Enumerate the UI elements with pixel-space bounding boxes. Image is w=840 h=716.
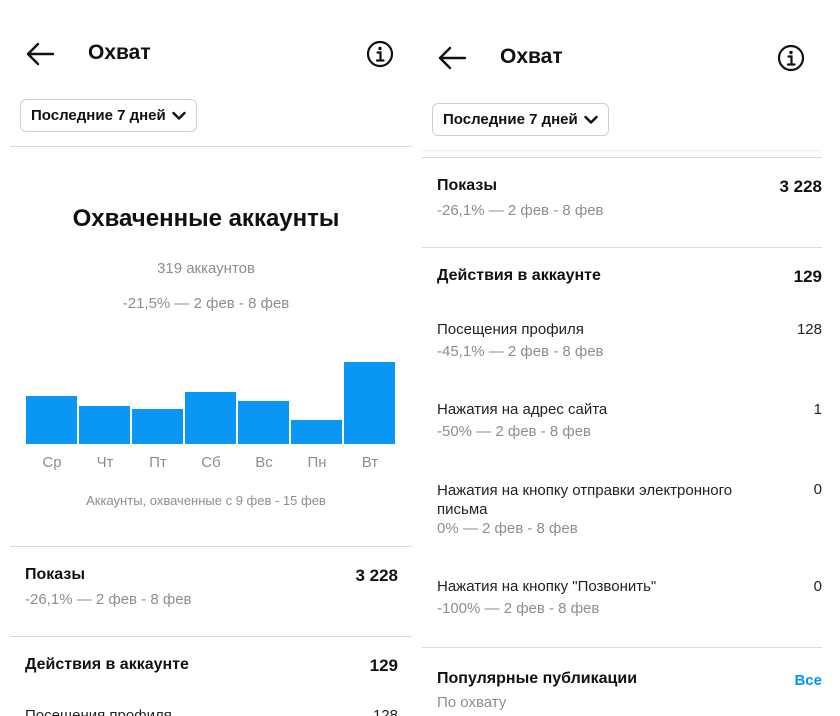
chart-bar-2[interactable] xyxy=(79,406,130,444)
arrow-left-icon xyxy=(26,42,55,66)
impressions-value: 3 228 xyxy=(779,177,822,196)
impressions-divider xyxy=(10,636,412,637)
chart-day-label: Пт xyxy=(149,454,167,471)
top-posts-label: Популярные публикации xyxy=(437,670,638,687)
call-taps-label: Нажатия на кнопку "Позвонить" xyxy=(437,578,657,595)
chevron-down-icon xyxy=(172,111,186,120)
back-button[interactable] xyxy=(24,40,56,68)
impressions-label: Показы xyxy=(437,177,497,194)
website-taps-value: 1 xyxy=(813,401,822,418)
profile-visits-value: 128 xyxy=(796,321,822,338)
page-title: Охват xyxy=(88,41,151,64)
call-taps-change: -100% — 2 фев - 8 фев xyxy=(437,600,600,617)
website-taps-change: -50% — 2 фев - 8 фев xyxy=(437,423,592,440)
section-divider xyxy=(422,157,822,158)
info-icon xyxy=(777,44,805,72)
reach-title: Охваченные аккаунты xyxy=(72,205,340,232)
header-divider xyxy=(10,146,412,147)
header-divider xyxy=(422,150,822,151)
chart-bar-6[interactable] xyxy=(291,420,342,444)
chart-divider xyxy=(10,546,412,547)
actions-label: Действия в аккаунте xyxy=(437,267,601,284)
period-dropdown[interactable]: Последние 7 дней xyxy=(432,103,609,136)
profile-visits-label: Посещения профиля xyxy=(25,707,172,716)
chart-day-label: Вт xyxy=(361,454,379,471)
profile-visits-change: -45,1% — 2 фев - 8 фев xyxy=(437,343,604,360)
chart-day-label: Пн xyxy=(307,454,327,471)
call-taps-value: 0 xyxy=(813,578,822,595)
chart-bar-1[interactable] xyxy=(26,396,77,444)
website-taps-label: Нажатия на адрес сайта xyxy=(437,401,608,418)
actions-label: Действия в аккаунте xyxy=(25,656,189,673)
impressions-change: -26,1% — 2 фев - 8 фев xyxy=(437,202,604,219)
impressions-change: -26,1% — 2 фев - 8 фев xyxy=(25,591,192,608)
info-button[interactable] xyxy=(366,40,394,68)
email-taps-label: Нажатия на кнопку отправки электронного … xyxy=(437,482,733,518)
info-icon xyxy=(366,40,394,68)
chart-bar-4[interactable] xyxy=(185,392,236,444)
page-title: Охват xyxy=(500,45,563,68)
top-posts-subtitle: По охвату xyxy=(437,694,507,711)
chevron-down-icon xyxy=(584,115,598,124)
info-button[interactable] xyxy=(777,44,805,72)
back-button[interactable] xyxy=(436,44,468,72)
reach-count: 319 аккаунтов xyxy=(157,260,255,277)
chart-bar-3[interactable] xyxy=(132,409,183,444)
reach-bar-chart: Ср Чт Пт Сб Вс Пн Вт xyxy=(0,340,412,480)
period-label: Последние 7 дней xyxy=(443,111,578,128)
reach-change: -21,5% — 2 фев - 8 фев xyxy=(122,295,290,312)
impressions-value: 3 228 xyxy=(355,566,398,585)
see-all-link[interactable]: Все xyxy=(794,672,822,689)
actions-value: 129 xyxy=(793,267,822,286)
right-screen: Охват Последние 7 дней Показы 3 228 -26,… xyxy=(412,0,840,716)
chart-day-label: Ср xyxy=(42,454,62,471)
left-screen: Охват Последние 7 дней Охваченные аккаун… xyxy=(0,0,412,716)
actions-divider xyxy=(422,647,822,648)
chart-day-label: Сб xyxy=(201,454,221,471)
chart-day-label: Вс xyxy=(255,454,273,471)
period-dropdown[interactable]: Последние 7 дней xyxy=(20,99,197,132)
profile-visits-value: 128 xyxy=(372,707,398,716)
chart-bar-5[interactable] xyxy=(238,401,289,444)
actions-value: 129 xyxy=(369,656,398,675)
chart-day-label: Чт xyxy=(96,454,114,471)
impressions-divider xyxy=(422,247,822,248)
email-taps-change: 0% — 2 фев - 8 фев xyxy=(437,520,578,537)
period-label: Последние 7 дней xyxy=(31,107,166,124)
chart-caption: Аккаунты, охваченные с 9 фев - 15 фев xyxy=(86,493,326,508)
chart-bar-7[interactable] xyxy=(344,362,395,444)
profile-visits-label: Посещения профиля xyxy=(437,321,584,338)
email-taps-value: 0 xyxy=(813,481,822,498)
arrow-left-icon xyxy=(438,46,467,70)
impressions-label: Показы xyxy=(25,566,85,583)
